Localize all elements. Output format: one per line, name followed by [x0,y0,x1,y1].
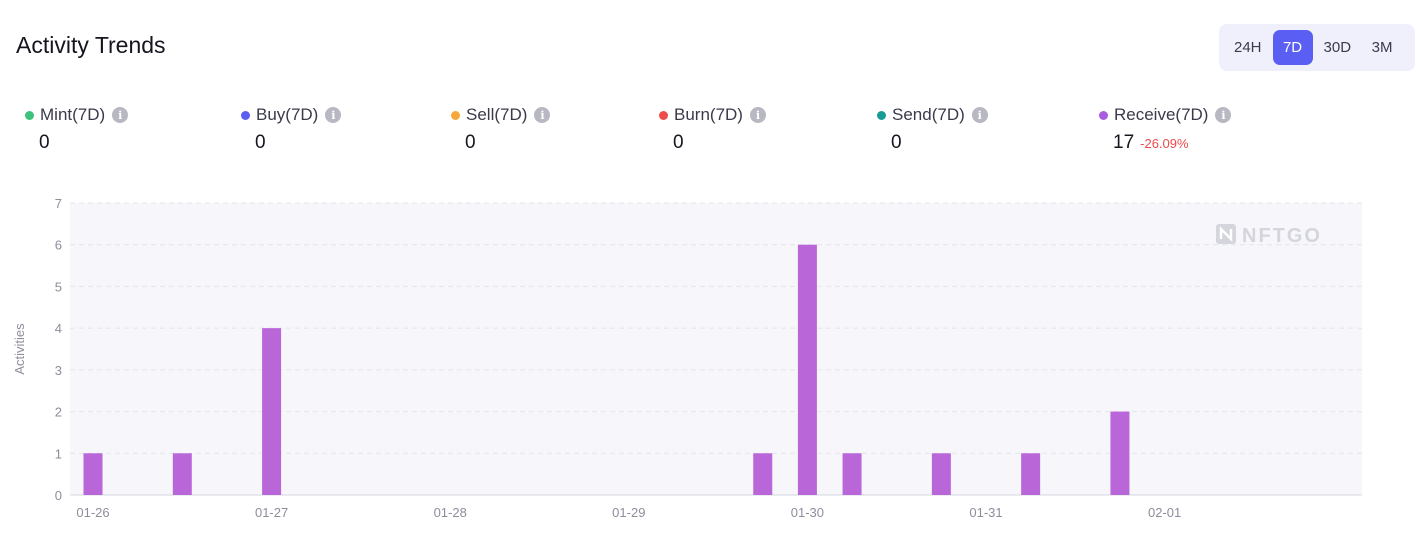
metric-label: Sell(7D) [466,105,528,124]
range-7d-button[interactable]: 7D [1272,30,1313,65]
metric-label: Receive(7D) [1114,105,1209,124]
activity-bar-chart: 0 1 2 3 4 5 6 7 Activities 01-26 01-27 01-28 01-29 01… [12,196,1362,520]
info-icon[interactable]: i [112,107,129,123]
metric-receive: Receive(7D) i 17 -26.09% [1099,105,1232,154]
metric-label: Mint(7D) [40,105,106,124]
metric-label: Burn(7D) [674,105,743,124]
mint-dot-icon [25,110,34,120]
x-tick-label: 01-30 [791,505,824,520]
metric-value: 17 [1113,132,1135,153]
bar [797,244,817,495]
bar [753,453,773,495]
watermark: NFTGO [1242,225,1322,247]
y-tick-label: 0 [55,488,62,503]
bar [262,328,282,495]
metric-value: 0 [891,132,902,153]
x-tick-label: 01-27 [255,505,288,520]
metric-sell: Sell(7D) i 0 [451,105,551,154]
metric-buy: Buy(7D) i 0 [241,105,342,154]
y-tick-label: 1 [55,446,62,461]
range-30d-button[interactable]: 30D [1315,30,1361,65]
y-tick-label: 4 [55,321,62,336]
send-dot-icon [877,110,886,120]
metric-value: 0 [465,132,476,153]
time-range-selector: 24H 7D 30D 3M [1219,24,1415,71]
x-tick-label: 01-28 [434,505,467,520]
y-tick-label: 6 [55,238,62,253]
metric-label: Buy(7D) [256,105,319,124]
metric-label: Send(7D) [892,105,965,124]
x-tick-label: 01-31 [969,505,1002,520]
info-icon[interactable]: i [749,107,766,123]
range-3m-button[interactable]: 3M [1362,30,1402,65]
metric-send: Send(7D) i 0 [877,105,988,154]
metric-mint: Mint(7D) i 0 [25,105,129,154]
burn-dot-icon [659,110,668,120]
info-icon[interactable]: i [534,107,551,123]
x-tick-label: 02-01 [1148,505,1181,520]
x-tick-label: 01-26 [76,505,109,520]
range-24h-button[interactable]: 24H [1225,30,1271,65]
bar [1110,411,1130,495]
info-icon[interactable]: i [971,107,988,123]
bar [931,453,951,495]
y-tick-label: 2 [55,405,62,420]
y-tick-label: 5 [55,279,62,294]
y-axis-label: Activities [12,323,27,375]
bar [83,453,103,495]
metric-change: -26.09% [1140,136,1189,151]
bar [842,453,862,495]
metric-value: 0 [673,132,684,153]
info-icon[interactable]: i [1215,107,1232,123]
page-title: Activity Trends [16,32,166,58]
bar [1021,453,1041,495]
metric-value: 0 [255,132,266,153]
x-tick-label: 01-29 [612,505,645,520]
sell-dot-icon [451,110,460,120]
buy-dot-icon [241,110,250,120]
metric-burn: Burn(7D) i 0 [659,105,766,154]
receive-dot-icon [1099,110,1108,120]
metric-value: 0 [39,132,50,153]
bar [172,453,192,495]
y-tick-label: 7 [55,196,62,211]
info-icon[interactable]: i [325,107,342,123]
y-tick-label: 3 [55,363,62,378]
